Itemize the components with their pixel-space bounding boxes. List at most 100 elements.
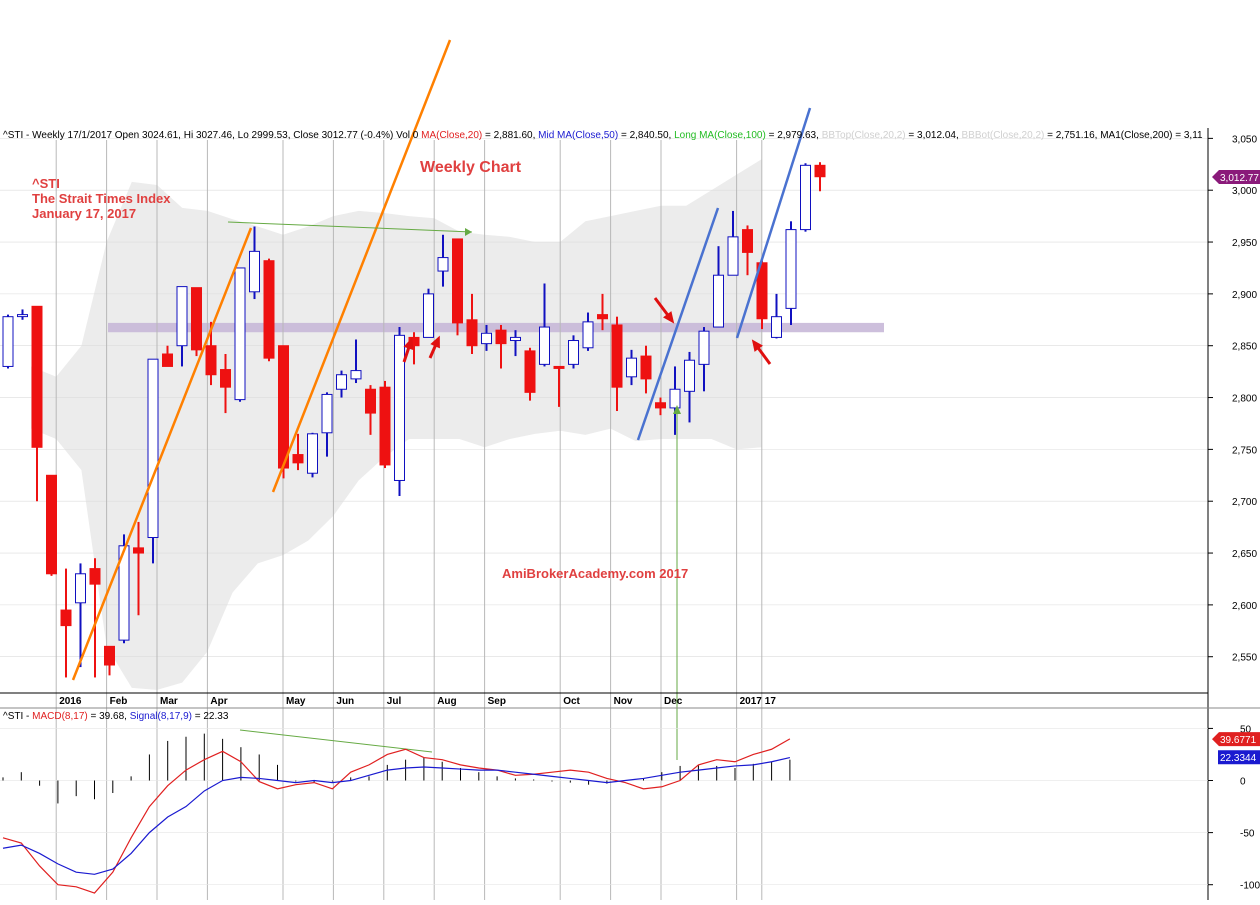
candle-body-41 — [597, 314, 608, 320]
candle-18 — [263, 258, 275, 362]
candle-27 — [394, 327, 405, 497]
macd-header-part-4: = 22.33 — [192, 711, 229, 722]
candle-body-15 — [220, 369, 231, 388]
x-tick-label-2: Mar — [160, 696, 178, 707]
x-tick-label-12: 2017 — [740, 696, 763, 707]
candle-26 — [379, 380, 391, 469]
candle-3 — [46, 474, 57, 576]
y-tick-label-4: 2,850 — [1232, 342, 1257, 353]
candle-10 — [147, 358, 159, 564]
macd-header: ^STI - MACD(8,17) = 39.68, Signal(8,17,9… — [3, 711, 229, 722]
price-header-part-0: ^STI - Weekly 17/1/2017 Open 3024.61, Hi… — [3, 130, 421, 141]
candle-body-44 — [640, 355, 652, 380]
candle-body-14 — [205, 345, 217, 376]
candle-body-37 — [539, 326, 550, 365]
chart-title: Weekly Chart — [420, 159, 522, 176]
candle-21 — [307, 432, 318, 478]
candle-body-7 — [104, 645, 115, 666]
x-tick-label-4: May — [286, 696, 306, 707]
candle-body-47 — [684, 359, 695, 392]
y-tick-label-8: 2,650 — [1232, 549, 1257, 560]
candle-body-27 — [394, 334, 405, 481]
candle-body-6 — [89, 568, 101, 585]
price-header-part-5: Long MA(Close,100) — [674, 130, 766, 141]
price-header-part-4: = 2,840.50, — [618, 130, 674, 141]
macd-value-label: 39.6771 — [1220, 735, 1257, 746]
candle-7 — [104, 645, 115, 676]
candle-39 — [568, 335, 579, 369]
candle-body-10 — [147, 358, 159, 538]
price-header-part-9: BBBot(Close,20,2) — [962, 130, 1045, 141]
candle-body-55 — [800, 164, 811, 231]
price-header-part-10: = 2,751.16, MA1(Close,200) = 3,11 — [1044, 130, 1203, 141]
y-tick-label-5: 2,800 — [1232, 394, 1257, 405]
x-tick-label-9: Oct — [563, 696, 580, 707]
y-tick-label-9: 2,600 — [1232, 601, 1257, 612]
x-tick-label-13: 17 — [765, 696, 777, 707]
candle-body-40 — [582, 321, 594, 349]
candle-body-35 — [510, 336, 521, 342]
stock-chart-svg: 3,050 3,000 2,950 2,900 2,850 2,800 2,750 2,700… — [0, 39, 1260, 900]
candle-56 — [814, 162, 826, 192]
price-header-part-8: = 3,012.04, — [906, 130, 962, 141]
candle-1 — [17, 309, 28, 320]
candle-body-31 — [452, 238, 463, 324]
candle-body-24 — [350, 370, 362, 380]
candle-body-1 — [17, 314, 28, 318]
x-tick-label-8: Sep — [488, 696, 506, 707]
candle-body-20 — [292, 454, 304, 464]
candle-29 — [423, 288, 434, 338]
x-tick-label-1: Feb — [110, 696, 128, 707]
candle-body-29 — [423, 293, 434, 338]
candle-body-19 — [278, 345, 289, 469]
candle-body-4 — [60, 609, 72, 627]
candle-body-17 — [249, 250, 260, 293]
candle-55 — [800, 163, 811, 232]
candle-body-0 — [2, 316, 14, 367]
last-close-label: 3,012.77 — [1220, 173, 1259, 184]
candle-body-26 — [379, 386, 391, 466]
candle-body-13 — [191, 287, 202, 351]
divergence-line-macd — [239, 729, 433, 753]
macd-header-part-0: ^STI - — [3, 711, 32, 722]
price-header-part-7: BBTop(Close,20,2) — [822, 130, 906, 141]
candle-body-25 — [365, 388, 376, 414]
y-tick-label-2: 2,950 — [1232, 238, 1257, 249]
x-tick-label-6: Jul — [387, 696, 402, 707]
candle-body-22 — [321, 393, 333, 434]
candle-16 — [234, 267, 246, 402]
candle-body-36 — [524, 350, 536, 393]
candle-2 — [31, 305, 43, 502]
candle-body-43 — [626, 357, 637, 378]
candle-53 — [771, 293, 782, 339]
candle-body-49 — [713, 274, 724, 328]
chart-canvas: 3,050 3,000 2,950 2,900 2,850 2,800 2,750 2,700… — [0, 0, 1260, 900]
y-tick-label-7: 2,700 — [1232, 497, 1257, 508]
y-tick-label-10: 2,550 — [1232, 653, 1257, 664]
x-tick-label-7: Aug — [437, 696, 456, 707]
candle-body-32 — [466, 319, 478, 347]
candle-body-23 — [336, 374, 347, 390]
y-tick-label-0: 3,050 — [1232, 134, 1257, 145]
candle-body-45 — [655, 402, 666, 409]
candle-body-53 — [771, 316, 782, 338]
x-tick-label-5: Jun — [336, 696, 354, 707]
candle-body-42 — [611, 324, 623, 388]
candle-54 — [785, 221, 797, 325]
index-name-label: The Strait Times Index — [32, 191, 171, 206]
candle-body-30 — [437, 257, 449, 272]
candle-body-54 — [785, 229, 797, 309]
candle-body-2 — [31, 305, 43, 448]
candle-body-3 — [46, 474, 57, 575]
candle-body-12 — [176, 286, 188, 347]
candle-body-34 — [495, 329, 507, 345]
candle-4 — [60, 568, 72, 678]
y-tick-label-6: 2,750 — [1232, 445, 1257, 456]
signal-value-label: 22.3344 — [1220, 753, 1257, 764]
macd-y-tick-label-2: -50 — [1240, 829, 1255, 840]
candle-body-21 — [307, 433, 318, 474]
candle-body-9 — [133, 547, 144, 554]
macd-header-part-2: = 39.68, — [88, 711, 130, 722]
x-tick-label-10: Nov — [614, 696, 633, 707]
candle-body-38 — [553, 365, 565, 369]
